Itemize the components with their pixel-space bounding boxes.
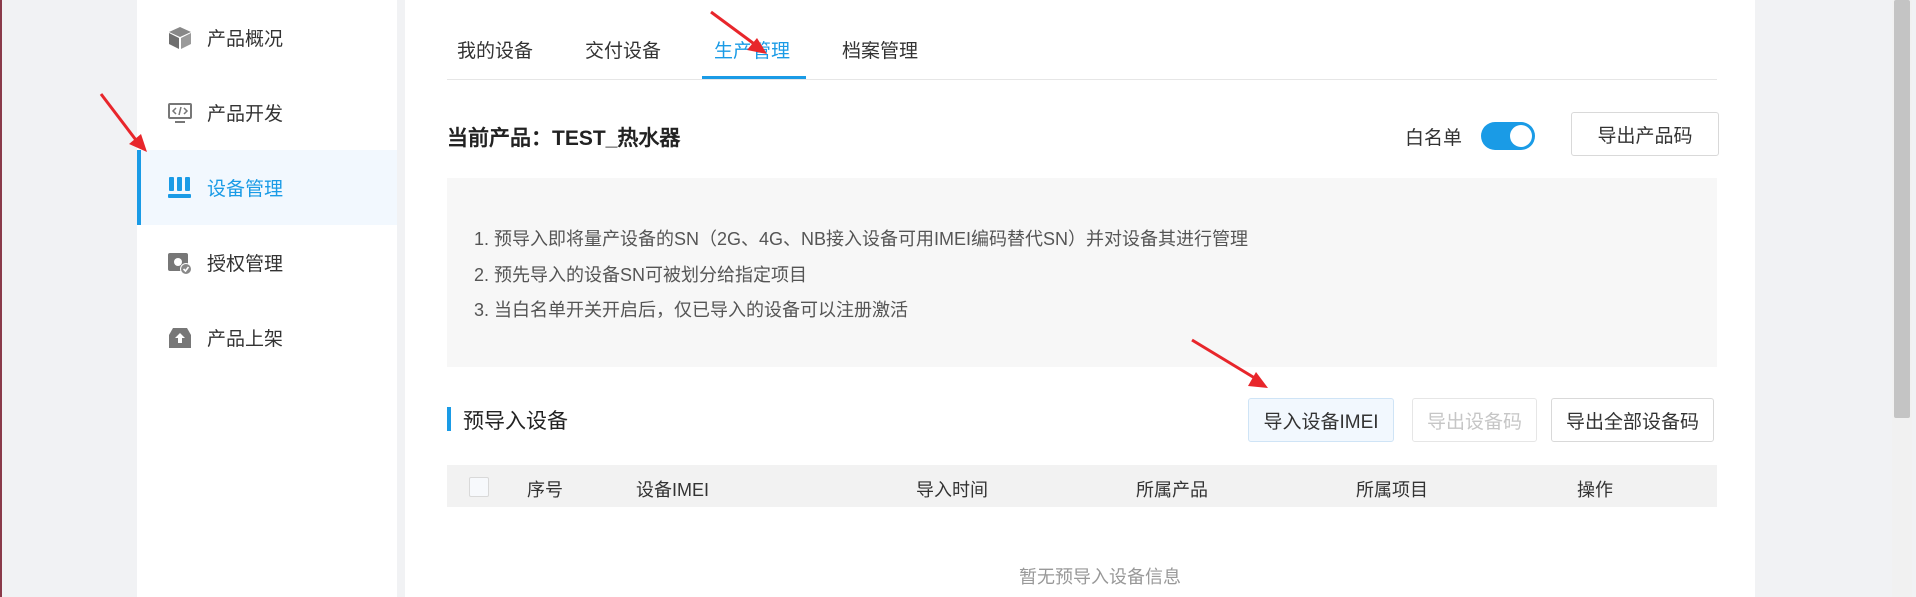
whitelist-toggle[interactable]: [1481, 122, 1535, 150]
tab-archive-management[interactable]: 档案管理: [842, 36, 918, 63]
whitelist-label: 白名单: [1405, 128, 1463, 149]
sidebar-item-device-management[interactable]: 设备管理: [137, 150, 397, 225]
sidebar-item-label: 产品上架: [207, 329, 284, 350]
column-header: 序号: [527, 480, 563, 500]
notice-line: 1. 预导入即将量产设备的SN（2G、4G、NB接入设备可用IMEI编码替代SN…: [474, 229, 1249, 249]
sidebar-item-authorization[interactable]: 授权管理: [137, 225, 397, 300]
sidebar-item-listing[interactable]: 产品上架: [137, 300, 397, 375]
page-scrollbar[interactable]: [1892, 0, 1912, 597]
tab-delivered-devices[interactable]: 交付设备: [585, 36, 661, 63]
column-header: 操作: [1577, 480, 1613, 500]
upload-tray-icon: [169, 327, 191, 348]
sidebar: 产品概况 产品开发 设备管理 授权管理 产品上架: [137, 0, 397, 597]
notice-box: 1. 预导入即将量产设备的SN（2G、4G、NB接入设备可用IMEI编码替代SN…: [447, 178, 1717, 367]
column-header: 所属产品: [1136, 480, 1208, 500]
column-header: 导入时间: [916, 480, 988, 500]
cube-icon: [169, 26, 191, 49]
section-accent-bar: [447, 407, 451, 431]
active-indicator: [137, 150, 141, 225]
tab-bar: 我的设备 交付设备 生产管理 档案管理: [447, 0, 1717, 80]
active-tab-underline: [702, 76, 806, 79]
table-header: 序号 设备IMEI 导入时间 所属产品 所属项目 操作: [447, 465, 1717, 507]
auth-gear-icon: [168, 252, 192, 275]
sidebar-item-overview[interactable]: 产品概况: [137, 0, 397, 75]
export-device-code-button[interactable]: 导出设备码: [1412, 398, 1537, 442]
sidebar-item-label: 设备管理: [207, 179, 284, 200]
sidebar-item-label: 授权管理: [207, 254, 284, 275]
import-imei-button[interactable]: 导入设备IMEI: [1248, 398, 1394, 442]
sidebar-item-label: 产品概况: [207, 29, 284, 50]
section-title: 预导入设备: [463, 410, 568, 433]
column-header: 设备IMEI: [636, 480, 710, 500]
tab-production-management[interactable]: 生产管理: [714, 36, 790, 63]
toggle-knob: [1510, 125, 1532, 147]
notice-line: 2. 预先导入的设备SN可被划分给指定项目: [474, 265, 808, 285]
export-all-device-codes-button[interactable]: 导出全部设备码: [1551, 398, 1714, 442]
main-panel: 我的设备 交付设备 生产管理 档案管理 当前产品：TEST_热水器 白名单 导出…: [405, 0, 1755, 597]
notice-line: 3. 当白名单开关开启后，仅已导入的设备可以注册激活: [474, 300, 909, 320]
column-header: 所属项目: [1356, 480, 1428, 500]
scrollbar-thumb[interactable]: [1894, 0, 1910, 418]
select-all-checkbox[interactable]: [469, 477, 489, 497]
export-product-code-button[interactable]: 导出产品码: [1571, 112, 1719, 156]
empty-state: 暂无预导入设备信息: [405, 563, 1755, 589]
sidebar-item-development[interactable]: 产品开发: [137, 75, 397, 150]
current-product-title: 当前产品：TEST_热水器: [447, 127, 681, 150]
device-grid-icon: [168, 176, 191, 198]
sidebar-item-label: 产品开发: [207, 104, 284, 125]
code-monitor-icon: [168, 102, 192, 123]
window-edge: [0, 0, 2, 597]
empty-state-text: 暂无预导入设备信息: [1019, 567, 1181, 587]
tab-my-devices[interactable]: 我的设备: [457, 36, 533, 63]
